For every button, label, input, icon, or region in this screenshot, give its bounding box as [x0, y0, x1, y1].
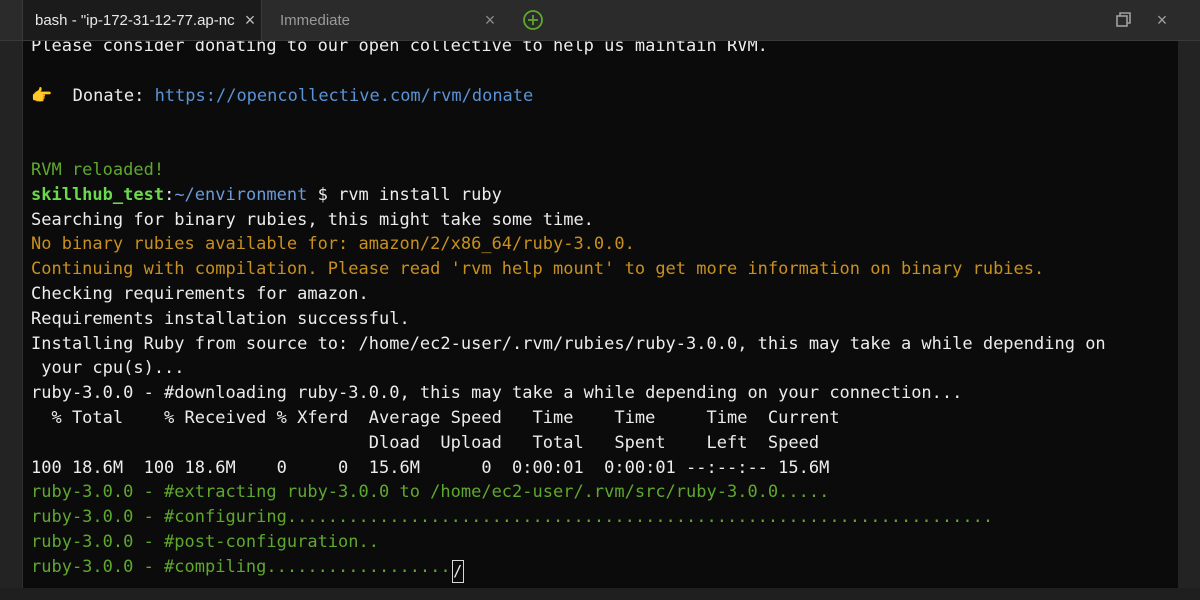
prompt-colon: :	[164, 184, 175, 205]
prompt-user: skillhub_test	[31, 184, 165, 205]
terminal-line: ruby-3.0.0 - #downloading ruby-3.0.0, th…	[31, 383, 963, 404]
tab-immediate[interactable]: Immediate ×	[262, 0, 507, 40]
tab-label: bash - "ip-172-31-12-77.ap-nc	[35, 11, 235, 29]
terminal-line: Requirements installation successful.	[31, 308, 410, 329]
terminal-line: Please consider donating to our open col…	[31, 41, 768, 56]
close-icon[interactable]: ×	[239, 10, 261, 31]
prompt-command: $ rvm install ruby	[307, 184, 502, 205]
window-bottom-edge	[0, 588, 1200, 600]
donate-label: Donate:	[72, 85, 145, 106]
terminal-cursor: /	[451, 559, 464, 583]
terminal-line: your cpu(s)...	[31, 358, 185, 379]
terminal-line: ruby-3.0.0 - #post-configuration..	[31, 531, 379, 552]
terminal-line: Installing Ruby from source to: /home/ec…	[31, 333, 1106, 354]
terminal-line: ruby-3.0.0 - #extracting ruby-3.0.0 to /…	[31, 482, 830, 503]
tab-label: Immediate	[280, 11, 351, 29]
terminal-line: Checking requirements for amazon.	[31, 283, 369, 304]
terminal-line: % Total % Received % Xferd Average Speed…	[31, 407, 840, 428]
terminal-line: Continuing with compilation. Please read…	[31, 259, 1045, 280]
terminal-prompt-line: skillhub_test:~/environment $ rvm instal…	[31, 183, 1161, 208]
prompt-path: ~/environment	[174, 184, 308, 205]
ide-terminal-window: bash - "ip-172-31-12-77.ap-nc × Immediat…	[0, 0, 1200, 600]
close-icon[interactable]: ×	[479, 10, 501, 31]
tab-bash[interactable]: bash - "ip-172-31-12-77.ap-nc ×	[22, 0, 262, 40]
donate-link[interactable]: https://opencollective.com/rvm/donate	[155, 86, 534, 106]
terminal-line: Dload Upload Total Spent Left Speed	[31, 432, 820, 453]
terminal-line: No binary rubies available for: amazon/2…	[31, 234, 635, 255]
close-window-icon[interactable]: ×	[1151, 9, 1173, 31]
terminal-line: 100 18.6M 100 18.6M 0 0 15.6M 0 0:00:01 …	[31, 457, 830, 478]
terminal-line-donate: 👉 Donate: https://opencollective.com/rvm…	[31, 84, 1161, 109]
terminal-line: RVM reloaded!	[31, 159, 165, 180]
terminal-line: ruby-3.0.0 - #configuring...............…	[31, 507, 994, 528]
restore-window-icon[interactable]	[1113, 9, 1135, 31]
plus-circle-icon[interactable]	[522, 9, 544, 31]
tab-bar: bash - "ip-172-31-12-77.ap-nc × Immediat…	[0, 0, 1200, 41]
terminal-output[interactable]: Please consider donating to our open col…	[22, 41, 1178, 588]
terminal-line-compiling: ruby-3.0.0 - #compiling.................…	[31, 555, 1161, 583]
compiling-text: ruby-3.0.0 - #compiling.................…	[31, 556, 451, 577]
terminal-lines: Please consider donating to our open col…	[31, 41, 1161, 583]
pointing-hand-icon: 👉	[31, 85, 53, 106]
terminal-line: Searching for binary rubies, this might …	[31, 209, 594, 230]
